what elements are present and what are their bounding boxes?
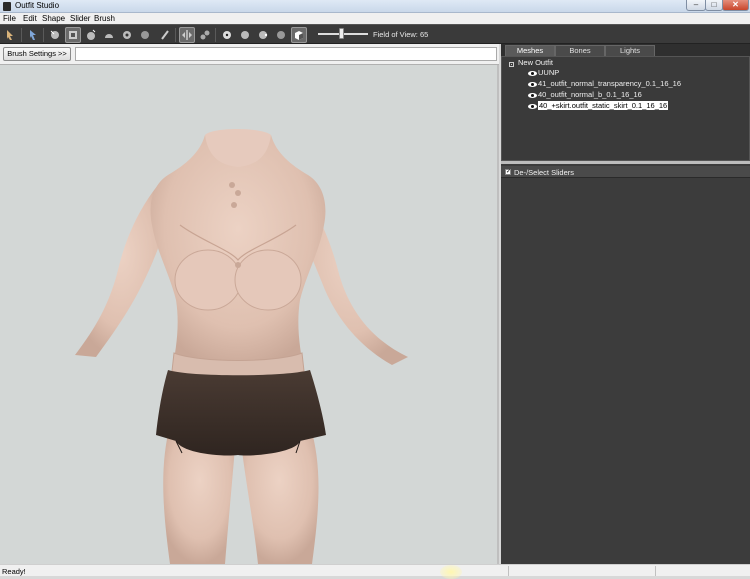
weight-brush-icon[interactable]: [157, 27, 173, 43]
minimize-button[interactable]: –: [686, 0, 706, 11]
status-text: Ready!: [2, 567, 26, 576]
slider-header: ✓ De-/Select Sliders: [501, 166, 750, 178]
fov-label: Field of View: 65: [373, 30, 429, 39]
outfit-model-render[interactable]: [0, 65, 499, 564]
mesh-name: 40_outfit_normal_b_0.1_16_16: [538, 90, 642, 99]
tab-lights[interactable]: Lights: [605, 45, 655, 56]
right-panel: Meshes Bones Lights New Outfit UUNP 41_o…: [501, 44, 750, 564]
brush-settings-bar: Brush Settings >>: [0, 44, 499, 65]
mesh-name: UUNP: [538, 68, 560, 77]
menu-slider[interactable]: Slider: [70, 14, 90, 23]
menu-shape[interactable]: Shape: [42, 14, 65, 23]
wireframe-view-icon[interactable]: [237, 27, 253, 43]
status-bar: Ready!: [0, 564, 750, 576]
tab-meshes[interactable]: Meshes: [505, 45, 555, 56]
menu-edit[interactable]: Edit: [23, 14, 37, 23]
tree-item-mesh[interactable]: 41_outfit_normal_transparency_0.1_16_16: [528, 79, 681, 89]
visibility-eye-icon[interactable]: [528, 81, 537, 87]
menu-brush[interactable]: Brush: [94, 14, 115, 23]
app-icon: [3, 2, 11, 11]
tree-item-mesh-selected[interactable]: 40_+skirt.outfit_static_skirt_0.1_16_16: [528, 101, 669, 111]
cursor-highlight: [440, 565, 462, 579]
slider-panel: ✓ De-/Select Sliders: [501, 164, 750, 564]
mesh-tree: New Outfit UUNP 41_outfit_normal_transpa…: [501, 56, 750, 161]
visibility-eye-icon[interactable]: [528, 92, 537, 98]
panel-tabs: Meshes Bones Lights: [501, 44, 750, 56]
mask-view-icon[interactable]: [273, 27, 289, 43]
visibility-eye-icon[interactable]: [528, 70, 537, 76]
mesh-name: 41_outfit_normal_transparency_0.1_16_16: [538, 79, 682, 88]
tree-root-label: New Outfit: [518, 58, 554, 67]
tree-item-mesh[interactable]: UUNP: [528, 68, 559, 78]
tree-item-mesh[interactable]: 40_outfit_normal_b_0.1_16_16: [528, 90, 642, 100]
deflate-brush-icon[interactable]: [101, 27, 117, 43]
move-brush-icon[interactable]: [119, 27, 135, 43]
lighting-view-icon[interactable]: [255, 27, 271, 43]
select-tool-icon[interactable]: [3, 27, 19, 43]
connected-only-icon[interactable]: [197, 27, 213, 43]
brush-settings-button[interactable]: Brush Settings >>: [3, 47, 71, 61]
3d-viewport[interactable]: Brush Settings >>: [0, 44, 499, 564]
deselect-sliders-label: De-/Select Sliders: [514, 168, 575, 177]
smooth-brush-icon[interactable]: [137, 27, 153, 43]
brush-settings-field: [75, 47, 497, 61]
menu-file[interactable]: File: [3, 14, 16, 23]
status-divider: [508, 566, 509, 576]
transform-tool-icon[interactable]: [25, 27, 41, 43]
title-bar: Outfit Studio – □ ✕: [0, 0, 750, 13]
collapse-icon[interactable]: [509, 62, 514, 67]
unmask-brush-icon[interactable]: [65, 27, 81, 43]
texture-view-icon[interactable]: [291, 27, 307, 43]
close-button[interactable]: ✕: [722, 0, 749, 11]
fov-slider-thumb[interactable]: [339, 28, 344, 39]
mesh-name: 40_+skirt.outfit_static_skirt_0.1_16_16: [538, 101, 669, 110]
maximize-button[interactable]: □: [705, 0, 723, 11]
vertex-view-icon[interactable]: [219, 27, 235, 43]
inflate-brush-icon[interactable]: [83, 27, 99, 43]
mirror-x-icon[interactable]: [179, 27, 195, 43]
tab-bones[interactable]: Bones: [555, 45, 605, 56]
window-title: Outfit Studio: [15, 1, 60, 10]
mask-brush-icon[interactable]: [47, 27, 63, 43]
status-divider: [655, 566, 656, 576]
menu-bar: File Edit Shape Slider Brush: [0, 13, 750, 24]
deselect-sliders-checkbox[interactable]: ✓: [505, 169, 511, 175]
tree-root-new-outfit[interactable]: New Outfit: [518, 58, 553, 68]
visibility-eye-icon[interactable]: [528, 103, 537, 109]
